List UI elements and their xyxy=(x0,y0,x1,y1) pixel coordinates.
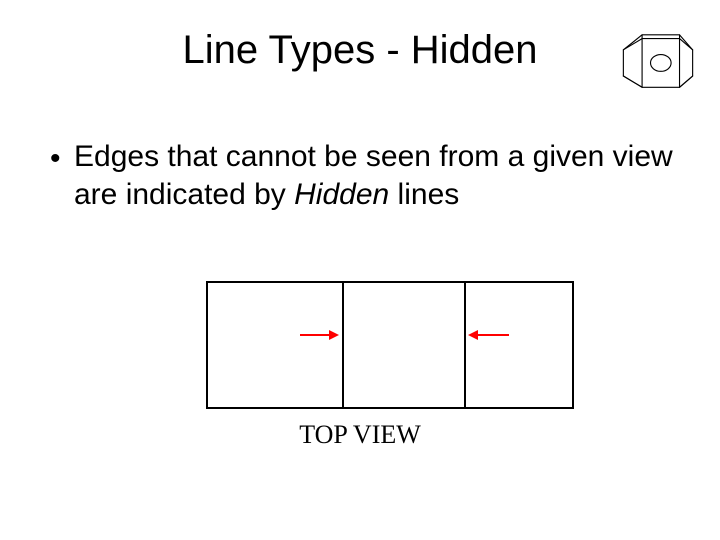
diagram-caption: TOP VIEW xyxy=(0,420,720,450)
slide-title: Line Types - Hidden xyxy=(0,28,720,73)
bullet-text-post: lines xyxy=(389,178,459,211)
bullet-marker-icon: • xyxy=(50,138,74,178)
isometric-block-icon xyxy=(614,28,702,96)
top-view-diagram xyxy=(205,280,575,410)
bullet-text: Edges that cannot be seen from a given v… xyxy=(74,138,680,213)
bullet-text-hidden-word: Hidden xyxy=(294,178,389,211)
bullet-item: • Edges that cannot be seen from a given… xyxy=(50,138,680,213)
